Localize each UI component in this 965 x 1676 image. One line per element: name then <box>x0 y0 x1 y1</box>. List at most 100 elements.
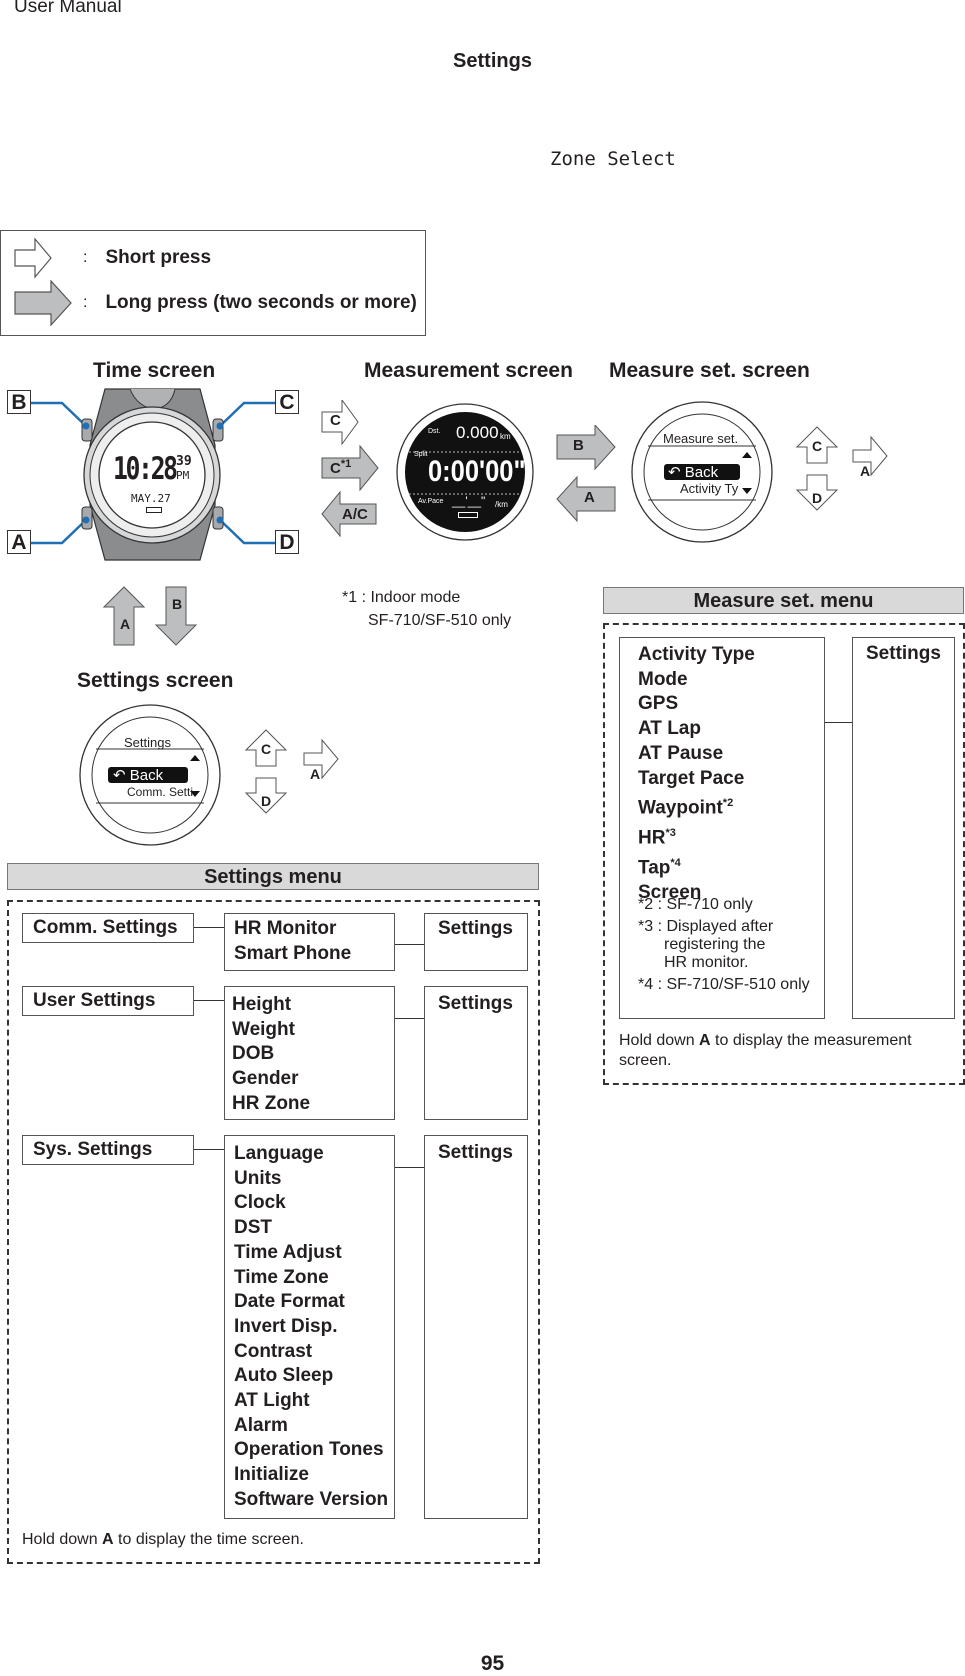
settings-menu-item: DOB <box>232 1043 275 1065</box>
settings-menu-item: Smart Phone <box>234 942 352 964</box>
measure-set-settings-box: Settings <box>852 637 955 1019</box>
page-number: 95 <box>480 1652 505 1675</box>
settings-menu-item: Time Zone <box>234 1266 329 1288</box>
group-sys-settings: Sys. Settings <box>22 1135 194 1165</box>
watch-ampm: PM <box>176 469 190 482</box>
legend-short-press: : Short press <box>13 237 211 279</box>
settings-menu-item: HR Monitor <box>234 918 337 939</box>
measurement-screen-title: Measurement screen <box>364 359 573 382</box>
watch-seconds: 39 <box>176 454 192 469</box>
comm-items-box: HR Monitor Smart Phone <box>224 913 395 971</box>
measure-set-next-item: Activity Ty <box>680 481 739 496</box>
button-a-label: A <box>7 530 31 554</box>
connector-line <box>395 1018 424 1019</box>
connector-line <box>395 944 424 945</box>
measure-set-menu-header: Measure set. menu <box>603 587 964 614</box>
watch-date: MAY.27 <box>131 492 171 505</box>
connector-line <box>825 722 853 723</box>
user-settings-box: Settings <box>424 986 528 1120</box>
time-screen-title: Time screen <box>93 359 216 382</box>
measure-set-menu-item: Waypoint*2 <box>638 797 734 819</box>
running-header: User Manual <box>14 0 122 17</box>
measure-set-notes: *2 : SF-710 only *3 : Displayed after re… <box>638 896 810 993</box>
dst-value: 0.000 <box>456 423 499 442</box>
measure-set-nav-arrows <box>795 426 888 511</box>
connector-line <box>395 1167 424 1168</box>
settings-menu-item: Time Adjust <box>234 1241 342 1263</box>
sys-items-box: Language Units Clock DST Time Adjust Time Zon… <box>224 1135 395 1519</box>
watch-time: 10:28 <box>113 451 178 487</box>
comm-settings-box: Settings <box>424 913 528 971</box>
settings-menu-item: Clock <box>234 1192 286 1214</box>
settings-menu-item: AT Light <box>234 1390 310 1412</box>
settings-nav-c-label: C <box>261 741 272 757</box>
settings-screen-title: Settings screen <box>77 669 234 692</box>
measure-set-menu-item: Activity Type <box>638 644 755 665</box>
group-user-settings: User Settings <box>22 986 194 1016</box>
sys-item-list: Language Units Clock DST Time Adjust Time Zon… <box>234 1142 388 1513</box>
measure-set-menu-item: AT Lap <box>638 718 701 740</box>
split-value: 0:00'00" <box>428 455 526 488</box>
connector-line <box>194 1149 224 1150</box>
settings-menu-header: Settings menu <box>7 863 539 890</box>
nav-d-label: D <box>812 490 823 506</box>
settings-menu-item: Units <box>234 1167 282 1189</box>
settings-nav-d-label: D <box>261 793 272 809</box>
measure-set-screen-title: Measure set. screen <box>609 359 810 382</box>
zone-select-label: Zone Select <box>550 148 676 170</box>
connector-line <box>194 1000 224 1001</box>
outline-arrow-right-icon <box>14 237 52 279</box>
settings-menu-item: Contrast <box>234 1340 313 1362</box>
settings-menu-item: Auto Sleep <box>234 1365 334 1387</box>
user-item-list: Height Weight DOB Gender HR Zone <box>232 993 310 1117</box>
long-press-b-arrow <box>556 425 616 471</box>
measure-set-selected: ↶ Back <box>668 464 719 481</box>
time-settings-arrows <box>102 586 198 646</box>
measure-set-menu-item: GPS <box>638 693 679 715</box>
measure-set-menu-item: HR*3 <box>638 827 676 849</box>
settings-nav-arrows <box>244 729 339 814</box>
sys-settings-box: Settings <box>424 1135 528 1519</box>
split-label: Split <box>414 451 428 458</box>
measurement-right-arrows <box>556 425 616 523</box>
connector-line <box>194 927 224 928</box>
user-items-box: Height Weight DOB Gender HR Zone <box>224 986 395 1120</box>
button-b-label: B <box>7 390 31 414</box>
footnote-1-line1: *1 : Indoor mode <box>342 589 461 606</box>
filled-arrow-right-icon <box>14 280 72 326</box>
settings-menu-item: HR Zone <box>232 1092 311 1114</box>
pace-unit: /km <box>495 500 508 509</box>
measure-set-item-list: Activity Type Mode GPS AT Lap AT Pause Target… <box>638 643 755 906</box>
settings-selected: ↶ Back <box>113 767 164 784</box>
settings-menu-item: Initialize <box>234 1464 309 1486</box>
settings-menu-item: Height <box>232 994 292 1015</box>
dst-label: Dst. <box>428 428 441 435</box>
measure-set-hold-note: Hold down A to display the measurement s… <box>619 1032 912 1069</box>
measure-set-menu-item: AT Pause <box>638 742 724 764</box>
settings-menu-item: Date Format <box>234 1291 345 1313</box>
arrow-b-down-label: B <box>172 596 183 612</box>
arrow-c-long-label: C*1 <box>330 458 352 477</box>
settings-menu-item: DST <box>234 1217 272 1239</box>
legend-long-press: : Long press (two seconds or more) <box>13 280 417 326</box>
nav-c-label: C <box>812 438 823 454</box>
measure-set-menu-item: Tap*4 <box>638 857 681 879</box>
settings-menu-item: Alarm <box>234 1414 288 1436</box>
settings-menu-item: Weight <box>232 1018 295 1040</box>
measure-set-items-box: Activity Type Mode GPS AT Lap AT Pause Target… <box>619 637 825 1019</box>
arrow-a-up-label: A <box>120 616 131 632</box>
battery-icon <box>458 512 478 518</box>
settings-hold-note: Hold down A to display the time screen. <box>22 1531 304 1548</box>
battery-icon <box>146 507 162 513</box>
nav-a-label: A <box>860 463 871 479</box>
arrow-b-label: B <box>573 437 584 454</box>
measure-set-menu-item: Mode <box>638 668 688 690</box>
arrow-a-label: A <box>584 489 595 506</box>
arrow-c-label: C <box>330 412 341 429</box>
settings-menu-item: Operation Tones <box>234 1439 384 1461</box>
arrow-ac-label: A/C <box>342 506 368 523</box>
pace-label: Av.Pace <box>418 498 444 505</box>
settings-menu-item: Gender <box>232 1068 299 1090</box>
group-comm-settings: Comm. Settings <box>22 913 194 943</box>
measure-set-display-title: Measure set. <box>663 431 739 446</box>
